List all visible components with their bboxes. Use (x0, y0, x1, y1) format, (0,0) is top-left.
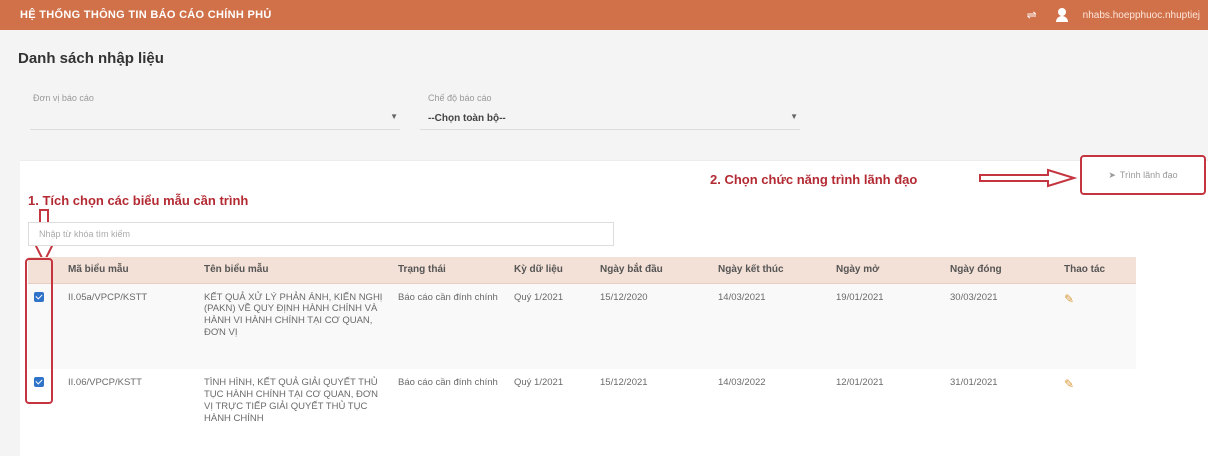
top-bar: HỆ THỐNG THÔNG TIN BÁO CÁO CHÍNH PHỦ ⇌ n… (0, 0, 1208, 30)
cell-thaotac: ✎ (1058, 369, 1136, 455)
pencil-icon[interactable]: ✎ (1064, 377, 1074, 391)
table-row: II.05a/VPCP/KSTT KẾT QUẢ XỬ LÝ PHẢN ÁNH,… (28, 283, 1136, 369)
cell-ketthuc: 14/03/2022 (718, 377, 766, 388)
cell-ky: Quý 1/2021 (514, 291, 564, 303)
chedo-label: Chế độ báo cáo (428, 93, 492, 103)
header-ma[interactable]: Mã biểu mẫu (62, 257, 198, 284)
pencil-icon[interactable]: ✎ (1064, 292, 1074, 306)
cell-trangthai: Báo cáo cần đính chính (398, 377, 498, 388)
header-dong[interactable]: Ngày đóng (944, 257, 1058, 284)
send-icon: ➤ (1108, 169, 1116, 180)
app-title: HỆ THỐNG THÔNG TIN BÁO CÁO CHÍNH PHỦ (20, 9, 272, 21)
username[interactable]: nhabs.hoepphuoc.nhuptiej (1083, 10, 1200, 21)
cell-mo: 19/01/2021 (836, 291, 884, 303)
arrow-right-annotation (979, 168, 1078, 188)
bell-icon[interactable]: ⇌ (1027, 8, 1041, 22)
header-ky[interactable]: Kỳ dữ liệu (508, 257, 594, 284)
user-icon[interactable] (1055, 8, 1069, 22)
cell-batdau: 15/12/2020 (600, 291, 648, 303)
cell-trangthai: Báo cáo cần đính chính (398, 291, 498, 303)
donvi-select[interactable]: ▼ (30, 108, 400, 130)
cell-ketthuc: 14/03/2021 (718, 291, 766, 303)
search-input[interactable]: Nhập từ khóa tìm kiếm (28, 222, 614, 246)
annotation-step2: 2. Chọn chức năng trình lãnh đạo (710, 172, 918, 187)
header-mo[interactable]: Ngày mở (830, 257, 944, 284)
cell-batdau: 15/12/2021 (600, 377, 648, 388)
header-thaotac: Thao tác (1058, 257, 1136, 284)
trinh-lanh-dao-label: Trình lãnh đạo (1119, 170, 1178, 180)
header-trangthai[interactable]: Trạng thái (392, 257, 508, 284)
page-title: Danh sách nhập liệu (18, 50, 164, 67)
header-ketthuc[interactable]: Ngày kết thúc (712, 257, 830, 284)
annotation-step1: 1. Tích chọn các biểu mẫu cần trình (28, 193, 249, 208)
cell-ten: KẾT QUẢ XỬ LÝ PHẢN ÁNH, KIẾN NGHỊ (PAKN)… (204, 291, 383, 339)
cell-ma: II.05a/VPCP/KSTT (68, 291, 148, 303)
chevron-down-icon: ▼ (390, 112, 398, 121)
chedo-value: --Chọn toàn bộ-- (428, 113, 506, 124)
cell-dong: 31/01/2021 (950, 377, 998, 388)
cell-ten: TÌNH HÌNH, KẾT QUẢ GIẢI QUYẾT THỦ TỤC HÀ… (204, 377, 378, 424)
forms-table: Mã biểu mẫu Tên biểu mẫu Trạng thái Kỳ d… (28, 257, 1136, 455)
donvi-label: Đơn vị báo cáo (33, 93, 94, 103)
table-header-row: Mã biểu mẫu Tên biểu mẫu Trạng thái Kỳ d… (28, 257, 1136, 284)
table-row: II.06/VPCP/KSTT TÌNH HÌNH, KẾT QUẢ GIẢI … (28, 369, 1136, 455)
checkbox-highlight-annotation (25, 258, 53, 404)
cell-dong: 30/03/2021 (950, 291, 998, 303)
trinh-lanh-dao-button[interactable]: ➤ Trình lãnh đạo (1080, 155, 1206, 195)
chevron-down-icon: ▼ (790, 112, 798, 121)
cell-mo: 12/01/2021 (836, 377, 884, 388)
cell-ma: II.06/VPCP/KSTT (68, 377, 142, 388)
cell-ky: Quý 1/2021 (514, 377, 564, 388)
chedo-select[interactable]: --Chọn toàn bộ-- ▼ (420, 108, 800, 130)
cell-thaotac: ✎ (1058, 283, 1136, 369)
header-ten[interactable]: Tên biểu mẫu (198, 257, 392, 284)
header-batdau[interactable]: Ngày bắt đầu (594, 257, 712, 284)
